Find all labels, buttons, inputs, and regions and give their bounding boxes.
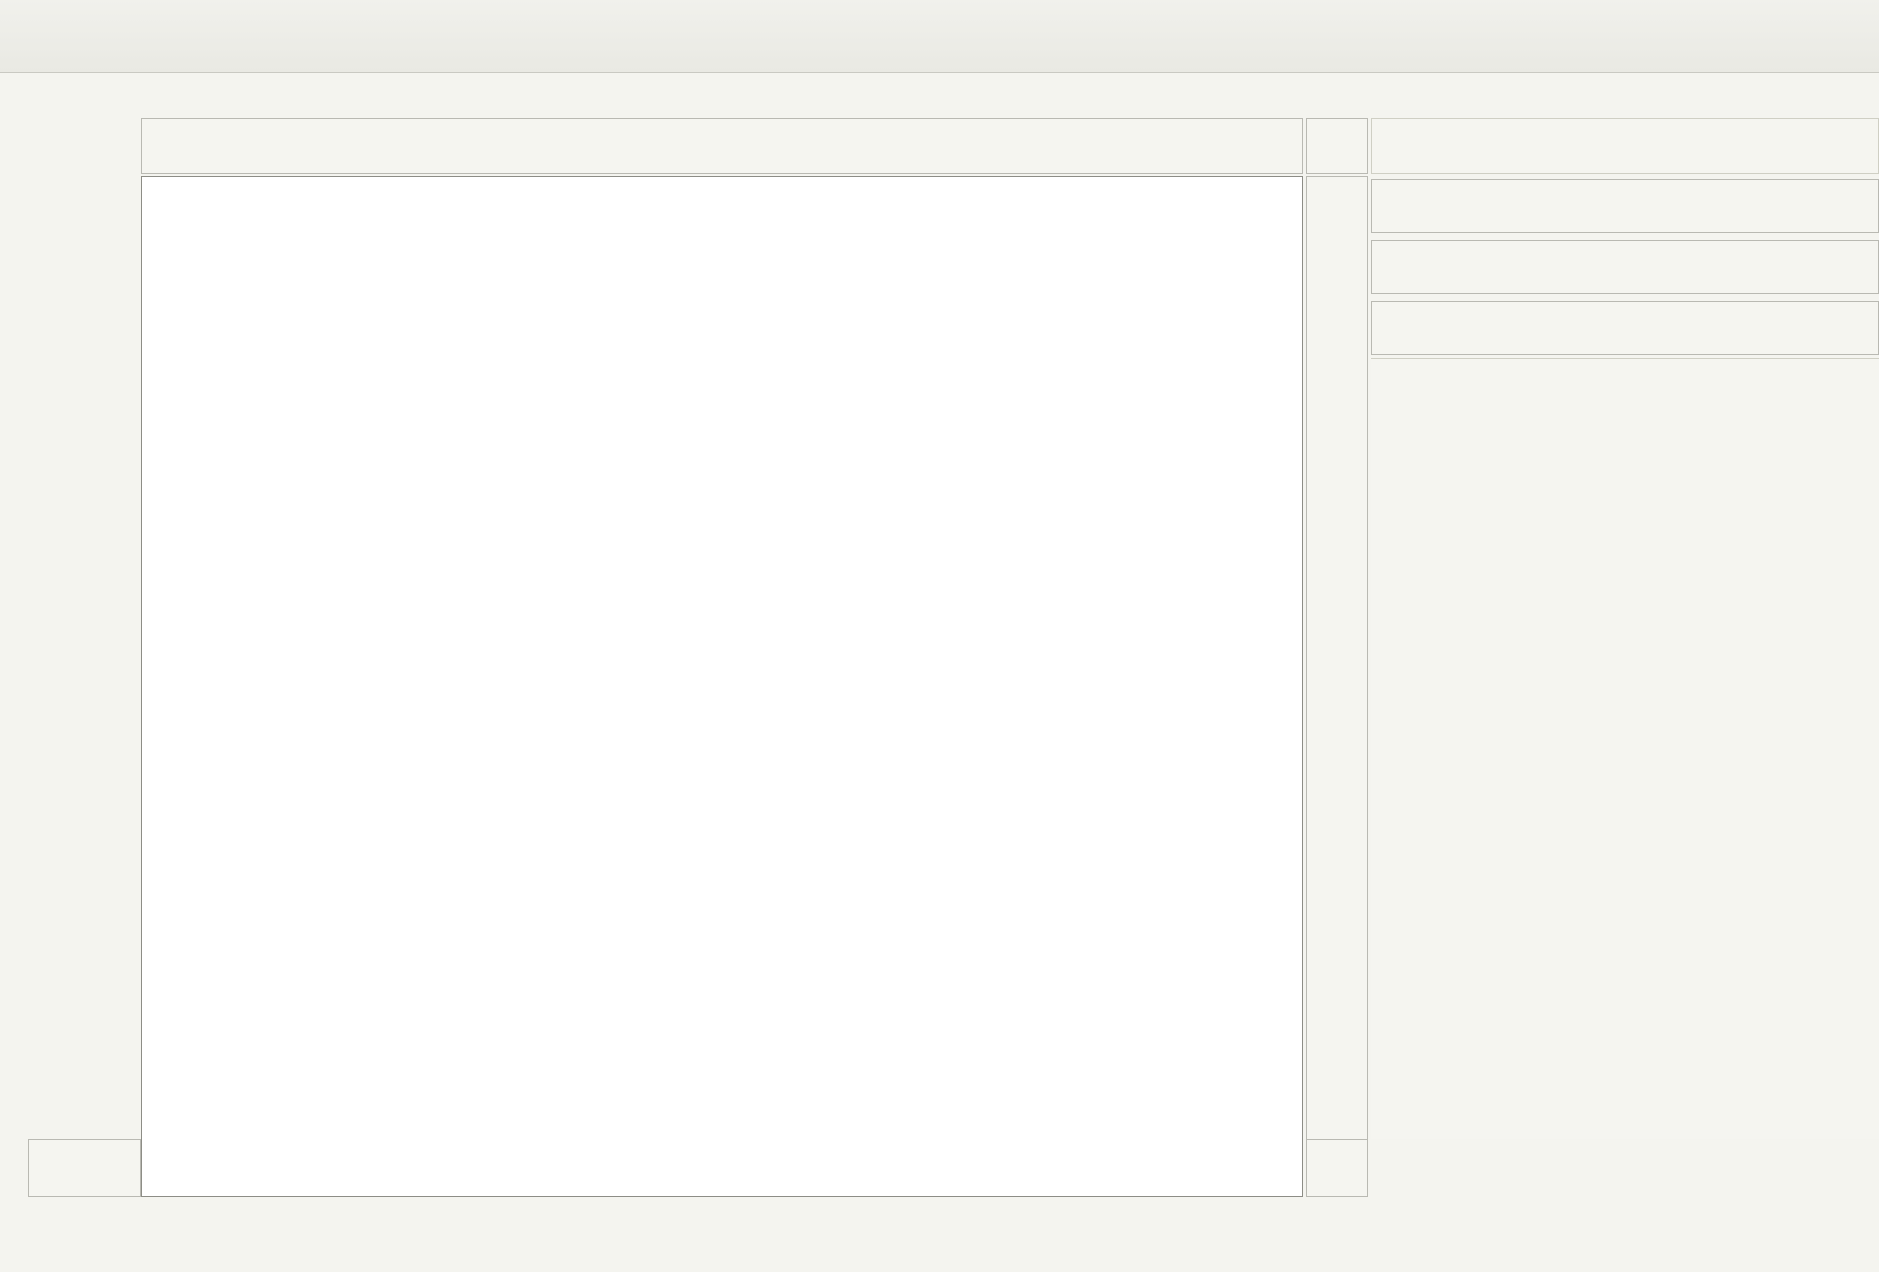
dropzone-freq[interactable] — [1306, 1139, 1368, 1197]
dropzone-size[interactable] — [1371, 240, 1879, 294]
dropzone-color[interactable] — [1371, 179, 1879, 233]
x-axis — [141, 1198, 1303, 1272]
legend — [1371, 358, 1879, 1139]
graph-builder-stage — [0, 106, 1879, 1197]
dropzone-group-y[interactable] — [1306, 176, 1368, 1197]
dropzone-wrap[interactable] — [1306, 118, 1368, 174]
dropzone-group-x[interactable] — [141, 118, 1303, 174]
dropzone-interval[interactable] — [1371, 301, 1879, 355]
dropzone-overlay[interactable] — [1371, 118, 1879, 174]
page-title — [0, 72, 1879, 106]
toolbar — [0, 0, 1879, 73]
plot-area[interactable] — [141, 176, 1303, 1197]
y-axis — [0, 176, 141, 1197]
chart-lines — [142, 177, 442, 327]
dropzone-page[interactable] — [1371, 1139, 1879, 1197]
